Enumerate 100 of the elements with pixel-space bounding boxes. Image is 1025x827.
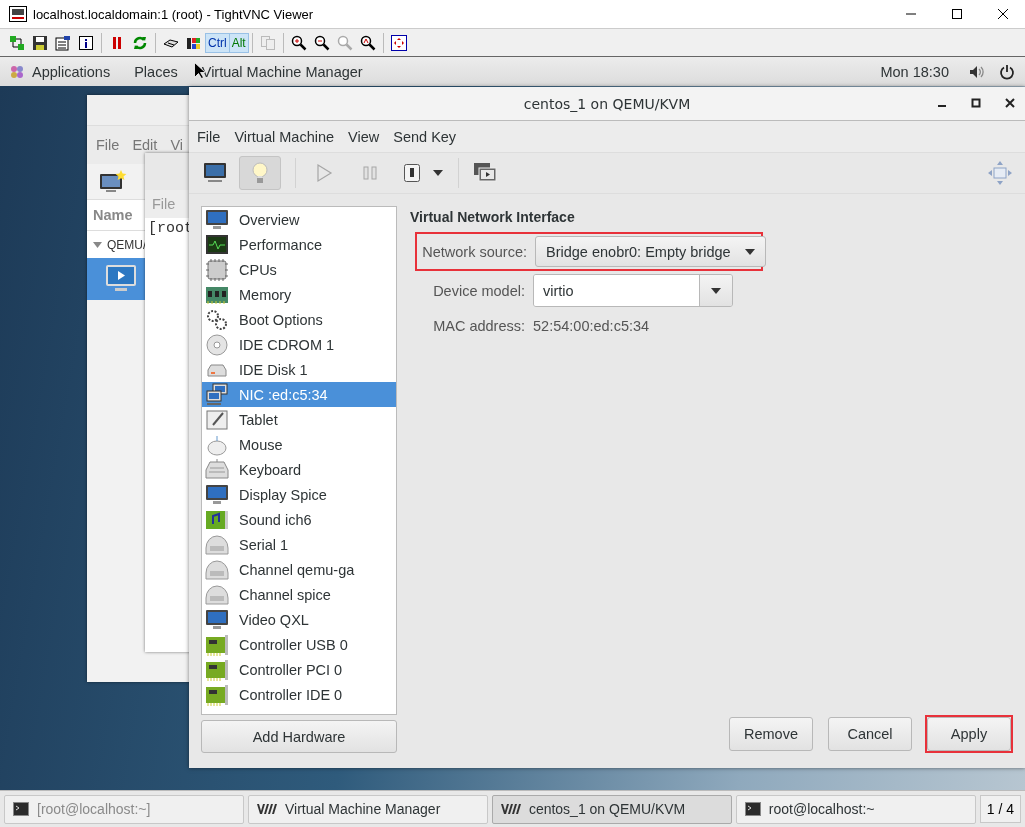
hardware-item[interactable]: Performance [202,232,396,257]
refresh-icon[interactable] [132,34,148,51]
menu-item[interactable]: Vi [170,137,183,153]
power-icon[interactable] [999,63,1015,80]
device-model-combo[interactable]: virtio [533,274,733,307]
section-title: Virtual Network Interface [410,209,576,225]
mac-address-value: 52:54:00:ed:c5:34 [533,318,650,334]
hardware-item[interactable]: Controller IDE 0 [202,682,396,707]
power-switch-icon[interactable] [402,163,422,183]
hardware-item[interactable]: Serial 1 [202,532,396,557]
close-icon[interactable] [997,8,1009,20]
connection-name[interactable]: QEMU/ [107,237,147,252]
workspace-pager[interactable]: 1 / 4 [979,795,1021,823]
fullscreen-icon[interactable] [390,34,407,51]
dialog-button[interactable]: Apply [927,717,1011,751]
monitor-icon [203,162,227,184]
taskbar-button[interactable]: Virtual Machine Manager [247,794,488,824]
apps-icon [10,64,24,79]
window-title: centos_1 on QEMU/KVM [523,95,691,112]
tablet-icon [205,407,229,432]
vm-running-icon [105,264,137,294]
menu-item[interactable]: File [96,137,120,153]
info-icon[interactable] [78,34,94,51]
serial-port-icon [205,532,229,557]
screens-icon[interactable] [473,162,497,184]
terminal-icon [744,801,761,817]
ctrl-key-button[interactable]: Ctrl [205,32,230,53]
menu-item[interactable]: Virtual Machine [234,128,335,145]
details-view-button[interactable] [239,156,281,190]
hardware-item[interactable]: Channel qemu-ga [202,557,396,582]
app-icon [500,803,521,815]
close-icon[interactable] [1005,98,1015,108]
terminal-text: [root [148,220,193,237]
applications-menu[interactable]: Applications [32,63,111,80]
column-header[interactable]: Name [93,207,133,223]
dialog-button[interactable]: Cancel [828,717,912,751]
monitor-icon [205,207,229,232]
volume-icon[interactable] [969,64,985,79]
app-menu[interactable]: Virtual Machine Manager [201,63,363,80]
dropdown-arrow-icon[interactable] [432,169,444,177]
hardware-item[interactable]: Controller USB 0 [202,632,396,657]
serial-port-icon [205,557,229,582]
window-title: localhost.localdomain:1 (root) - TightVNC Viewer [33,6,314,22]
alt-key-button[interactable]: Alt [228,32,249,53]
chip-icon [205,257,229,282]
hardware-item[interactable]: Memory [202,282,396,307]
taskbar-button[interactable]: centos_1 on QEMU/KVM [491,794,732,824]
hardware-item[interactable]: Overview [202,207,396,232]
zoom-out-icon[interactable] [313,34,330,51]
zoom-in-icon[interactable] [290,34,307,51]
connection-icon[interactable] [9,34,25,51]
monitor-icon [205,482,229,507]
hardware-item[interactable]: IDE CDROM 1 [202,332,396,357]
menu-item[interactable]: Edit [132,137,158,153]
places-menu[interactable]: Places [134,63,178,80]
hardware-item[interactable]: CPUs [202,257,396,282]
hardware-item[interactable]: Video QXL [202,607,396,632]
taskbar-button[interactable]: root@localhost:~ [735,794,976,824]
network-source-dropdown[interactable]: Bridge enobr0: Empty bridge [535,236,766,267]
hardware-item[interactable]: IDE Disk 1 [202,357,396,382]
hardware-item[interactable]: Channel spice [202,582,396,607]
field-label: Device model: [432,282,525,299]
add-hardware-button[interactable]: Add Hardware [201,720,397,753]
app-icon [9,6,27,22]
expander-icon[interactable] [93,241,102,248]
serial-port-icon [205,582,229,607]
hardware-item[interactable]: Display Spice [202,482,396,507]
field-label: Network source: [421,243,527,260]
expansion-card-icon [205,657,229,682]
caret-icon [744,248,755,255]
caret-icon [711,287,721,294]
expansion-card-icon [205,682,229,707]
menu-item[interactable]: View [348,128,380,145]
save-icon[interactable] [32,34,48,51]
app-icon [256,803,277,815]
keyboard-icon [205,457,229,482]
graph-icon [205,232,229,257]
maximize-icon[interactable] [971,98,981,108]
vm-row[interactable] [87,258,145,300]
menu-item[interactable]: File [197,128,221,145]
hardware-item[interactable]: Tablet [202,407,396,432]
options-icon[interactable] [55,34,71,51]
field-label: MAC address: [432,318,525,334]
hardware-item[interactable]: Mouse [202,432,396,457]
disc-icon [205,332,229,357]
monitor-icon [205,607,229,632]
clock[interactable]: Mon 18:30 [880,63,949,80]
expansion-card-icon [205,632,229,657]
network-icon [205,382,229,407]
new-vm-icon[interactable] [99,169,127,194]
gears-icon [205,307,229,332]
dialog-button[interactable]: Remove [729,717,813,751]
zoom-auto-icon[interactable] [359,34,376,51]
terminal-icon [13,801,29,817]
hardware-item[interactable]: Controller PCI 0 [202,657,396,682]
hardware-item[interactable]: Keyboard [202,457,396,482]
hardware-item[interactable]: Boot Options [202,307,396,332]
maximize-icon[interactable] [951,8,963,20]
menu-item[interactable]: Send Key [393,128,457,145]
hardware-item[interactable]: Sound ich6 [202,507,396,532]
